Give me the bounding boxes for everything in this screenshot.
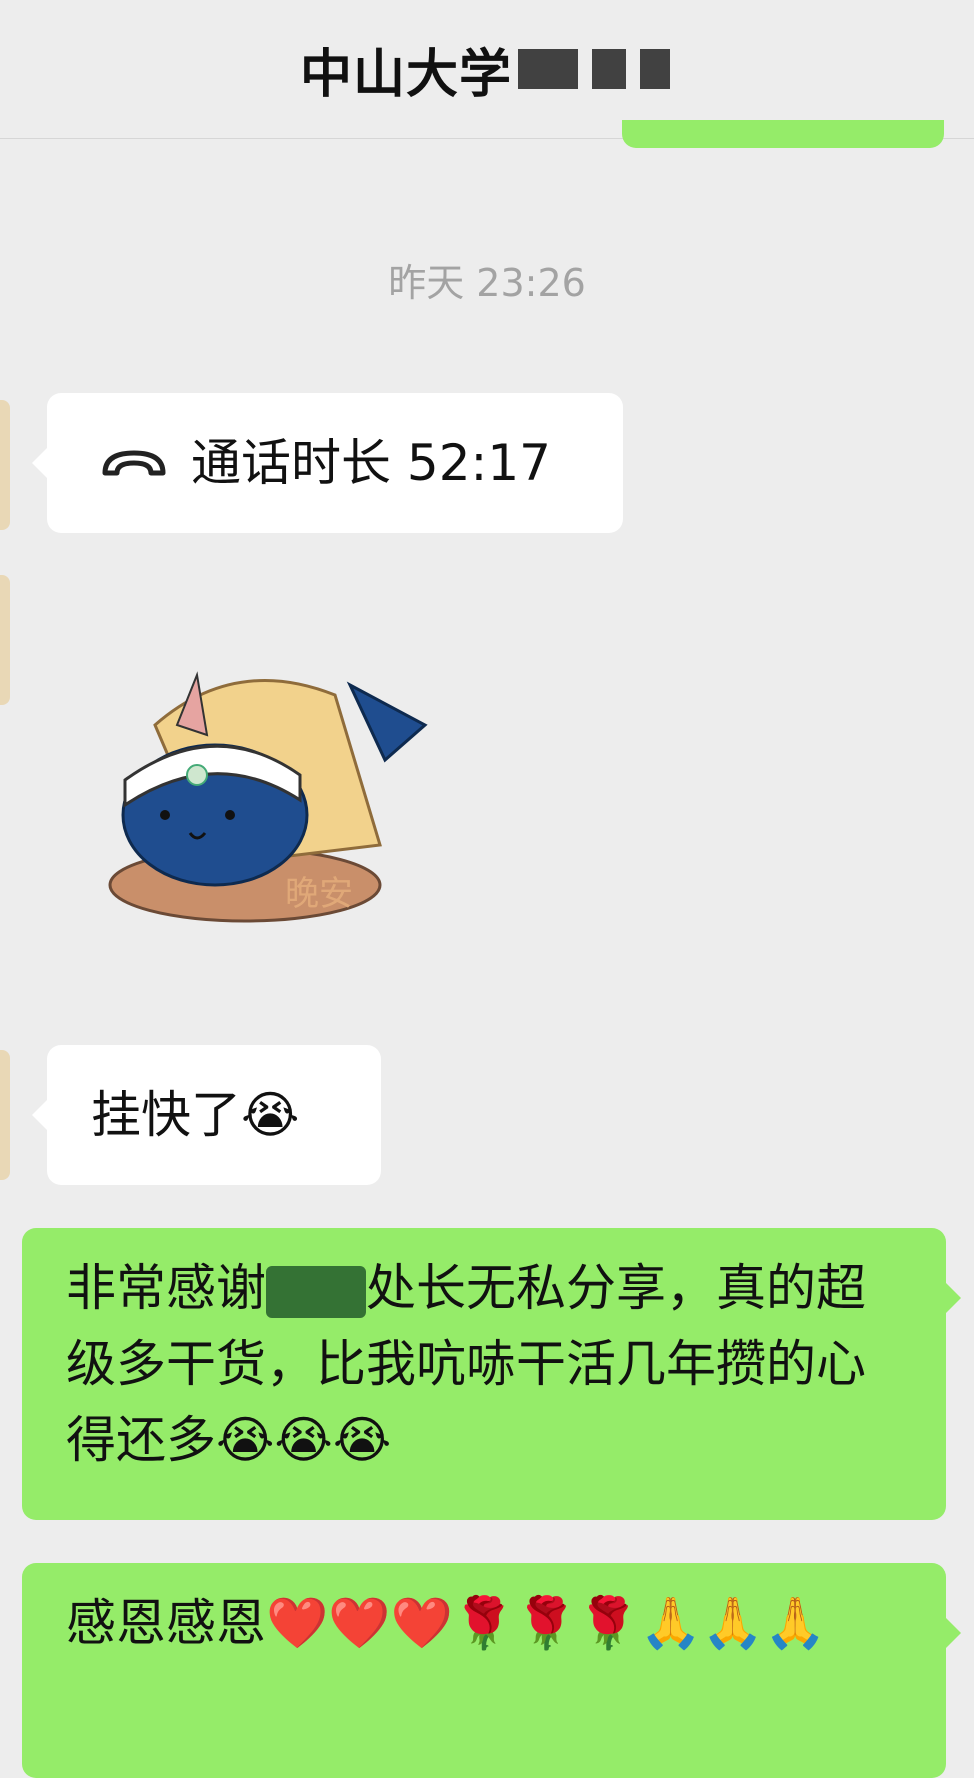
avatar[interactable]	[0, 400, 10, 530]
sticker-caption: 晚安	[285, 874, 353, 914]
redacted-block	[518, 49, 578, 89]
message-text: 感恩感恩❤️❤️❤️🌹🌹🌹🙏🙏🙏	[66, 1594, 827, 1652]
message-bubble-incoming[interactable]: 挂快了😭	[32, 1045, 381, 1185]
avatar[interactable]	[0, 1050, 10, 1180]
call-duration-bubble[interactable]: 通话时长 52:17	[32, 393, 623, 533]
previous-message-bubble[interactable]	[622, 120, 944, 148]
message-text-part1: 非常感谢	[66, 1259, 266, 1317]
narwhal-sticker-icon: 晚安	[108, 671, 428, 923]
redacted-block	[592, 49, 626, 89]
goodnight-sticker[interactable]: 晚安	[95, 665, 435, 935]
redacted-block	[640, 49, 670, 89]
redacted-name	[266, 1265, 366, 1318]
message-text: 挂快了😭	[91, 1086, 300, 1144]
avatar[interactable]	[0, 575, 10, 705]
message-bubble-outgoing[interactable]: 非常感谢 处长无私分享，真的超级多干货，比我吭哧干活几年攒的心得还多😭😭😭	[22, 1228, 961, 1520]
message-timestamp: 昨天 23:26	[388, 261, 586, 305]
chat-title[interactable]: 中山大学	[300, 32, 512, 107]
message-bubble-outgoing[interactable]: 感恩感恩❤️❤️❤️🌹🌹🌹🙏🙏🙏	[22, 1563, 961, 1778]
call-duration-text: 通话时长 52:17	[191, 434, 551, 492]
phone-hangup-icon	[102, 450, 166, 476]
chat-header: 中山大学	[0, 0, 974, 139]
